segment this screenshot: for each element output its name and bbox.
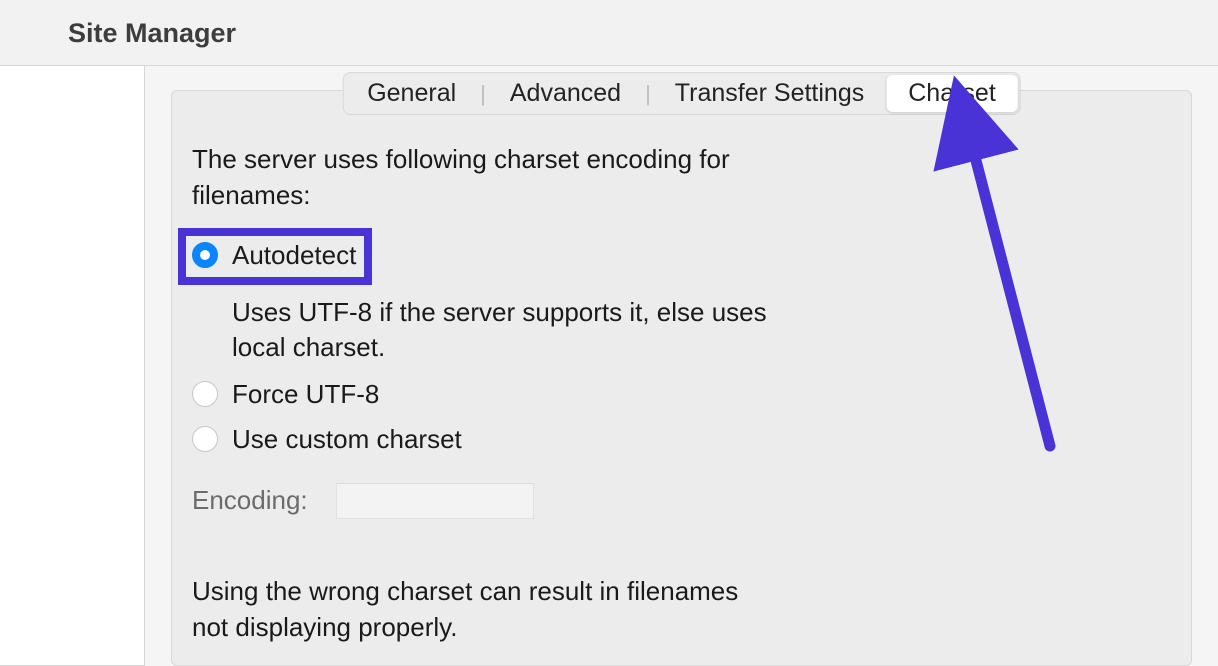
tab-general[interactable]: General bbox=[345, 75, 478, 112]
radio-autodetect-label: Autodetect bbox=[232, 240, 356, 271]
radio-force-utf8-label: Force UTF-8 bbox=[232, 379, 379, 410]
window-title: Site Manager bbox=[0, 0, 1218, 66]
radio-custom-charset-label: Use custom charset bbox=[232, 424, 462, 455]
autodetect-description: Uses UTF-8 if the server supports it, el… bbox=[232, 295, 772, 365]
tabs: General | Advanced | Transfer Settings C… bbox=[342, 72, 1021, 115]
charset-warning-text: Using the wrong charset can result in fi… bbox=[192, 573, 772, 646]
charset-body: The server uses following charset encodi… bbox=[192, 91, 772, 646]
main-area: General | Advanced | Transfer Settings C… bbox=[0, 66, 1218, 666]
tab-separator: | bbox=[478, 81, 488, 107]
tab-panel: General | Advanced | Transfer Settings C… bbox=[171, 90, 1192, 666]
tab-transfer-settings[interactable]: Transfer Settings bbox=[653, 75, 886, 112]
content: General | Advanced | Transfer Settings C… bbox=[145, 66, 1218, 666]
encoding-label: Encoding: bbox=[192, 485, 308, 516]
annotation-highlight-box: Autodetect bbox=[178, 228, 372, 285]
radio-line-custom: Use custom charset bbox=[192, 424, 772, 455]
encoding-input[interactable] bbox=[336, 483, 534, 519]
tab-charset[interactable]: Charset bbox=[886, 75, 1018, 112]
charset-radio-group: Autodetect Uses UTF-8 if the server supp… bbox=[192, 228, 772, 455]
radio-autodetect[interactable] bbox=[192, 242, 218, 268]
tab-advanced[interactable]: Advanced bbox=[488, 75, 643, 112]
encoding-row: Encoding: bbox=[192, 483, 772, 519]
site-list-sidebar[interactable] bbox=[0, 66, 145, 666]
charset-intro-text: The server uses following charset encodi… bbox=[192, 141, 772, 214]
radio-line-force-utf8: Force UTF-8 bbox=[192, 379, 772, 410]
radio-force-utf8[interactable] bbox=[192, 381, 218, 407]
tab-separator: | bbox=[643, 81, 653, 107]
radio-custom-charset[interactable] bbox=[192, 426, 218, 452]
